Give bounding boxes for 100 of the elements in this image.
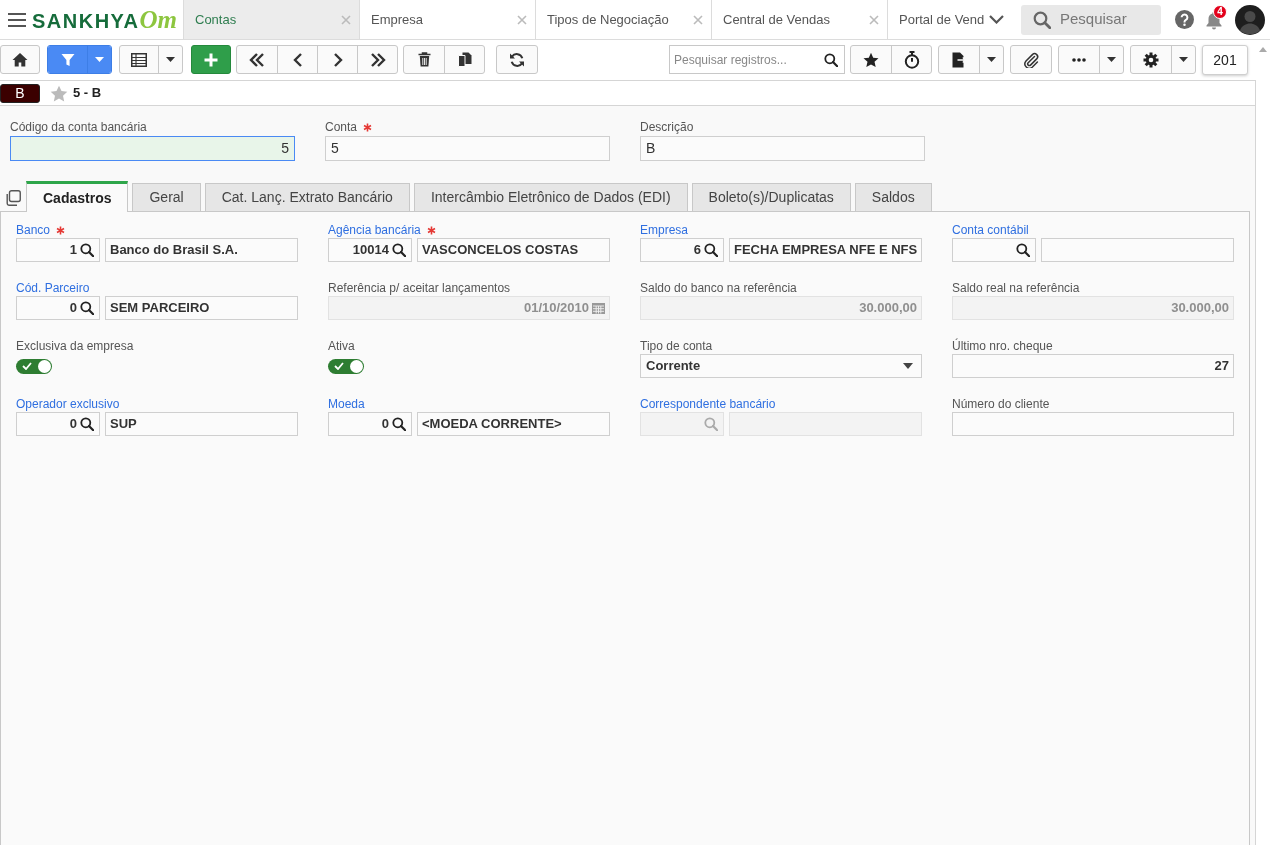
field-link[interactable]: Empresa <box>640 223 689 237</box>
lookup-code-field[interactable]: 1 <box>16 238 100 262</box>
form-tab[interactable]: Geral <box>132 183 201 211</box>
star-icon[interactable] <box>50 84 68 102</box>
number-field: 30.000,00 <box>640 296 922 320</box>
field-label: Exclusiva da empresa <box>16 339 134 353</box>
search-icon <box>704 417 718 431</box>
attach-button[interactable] <box>1010 45 1052 74</box>
field-label: Ativa <box>328 339 355 353</box>
input-field[interactable]: 5 <box>325 136 610 161</box>
form-tab[interactable]: Cadastros <box>26 181 129 212</box>
caret-down-icon <box>987 57 996 62</box>
lookup-description-field: <MOEDA CORRENTE> <box>417 412 610 436</box>
records-search-field[interactable]: Pesquisar registros... <box>669 45 845 74</box>
home-icon <box>12 52 28 67</box>
field-label: Último nro. cheque <box>952 339 1053 353</box>
chevron-left-icon <box>292 52 303 67</box>
field-label: Saldo do banco na referência <box>640 281 797 295</box>
notification-badge: 4 <box>1213 4 1227 19</box>
lookup-description-field: SUP <box>105 412 298 436</box>
avatar-icon[interactable] <box>1235 4 1265 35</box>
input-field[interactable]: B <box>640 136 925 161</box>
field-link[interactable]: Banco <box>16 223 51 237</box>
document-arrow-icon <box>952 51 966 68</box>
filter-button[interactable] <box>48 46 87 73</box>
field-link[interactable]: Agência bancária <box>328 223 421 237</box>
field-link[interactable]: Cód. Parceiro <box>16 281 90 295</box>
caret-down-icon <box>95 57 104 62</box>
lookup-description-field: FECHA EMPRESA NFE E NFS <box>729 238 922 262</box>
check-icon <box>22 362 32 370</box>
star-icon <box>863 51 879 68</box>
caret-down-icon <box>903 363 913 369</box>
caret-down-icon <box>166 57 175 62</box>
app-tab[interactable]: Contas <box>183 0 359 39</box>
lookup-code-field[interactable]: 0 <box>16 296 100 320</box>
record-badge: B <box>0 83 40 103</box>
copy-icon <box>457 52 472 67</box>
record-count: 201 <box>1202 45 1248 75</box>
filter-dropdown-button[interactable] <box>87 46 111 73</box>
search-icon[interactable] <box>80 417 94 431</box>
search-icon[interactable] <box>80 243 94 257</box>
lookup-description-field: Banco do Brasil S.A. <box>105 238 298 262</box>
field-link[interactable]: Moeda <box>328 397 365 411</box>
caret-down-icon <box>1107 57 1116 62</box>
field-label: Referência p/ aceitar lançamentos <box>328 281 511 295</box>
trash-icon <box>417 52 431 67</box>
toggle-switch[interactable] <box>16 358 52 374</box>
logo-wordmark: SANKHYA <box>32 11 140 31</box>
lookup-code-field[interactable] <box>952 238 1036 262</box>
input-field[interactable]: 5 <box>10 136 295 161</box>
caret-down-icon <box>1179 57 1188 62</box>
lookup-code-field[interactable]: 10014 <box>328 238 412 262</box>
refresh-button[interactable] <box>496 45 538 74</box>
field-link[interactable]: Conta contábil <box>952 223 1029 237</box>
menu-icon <box>8 12 26 27</box>
chevron-right-icon <box>332 52 343 67</box>
search-icon[interactable] <box>1016 243 1030 257</box>
toggle-switch[interactable] <box>328 358 364 374</box>
filter-icon <box>60 52 75 67</box>
field-label: Saldo real na referência <box>952 281 1080 295</box>
add-button[interactable] <box>191 45 231 74</box>
dropdown-field[interactable]: Corrente <box>640 354 922 378</box>
field-label: Número do cliente <box>952 397 1050 411</box>
search-field[interactable]: Pesquisar <box>1021 4 1161 35</box>
help-icon[interactable] <box>1175 10 1194 29</box>
field-label: Código da conta bancária <box>10 120 147 134</box>
dots-icon <box>1072 57 1086 62</box>
field-label: Tipo de conta <box>640 339 713 353</box>
home-button[interactable] <box>0 45 40 74</box>
field-label: Conta <box>325 120 358 134</box>
search-icon <box>824 52 838 67</box>
input-field[interactable] <box>952 412 1234 436</box>
number-field[interactable]: 27 <box>952 354 1234 378</box>
search-icon[interactable] <box>704 243 718 257</box>
search-icon[interactable] <box>392 417 406 431</box>
form-tab[interactable]: Saldos <box>854 183 932 211</box>
date-field: 01/10/2010 <box>328 296 610 320</box>
lookup-code-field[interactable]: 6 <box>640 238 724 262</box>
plus-icon <box>204 52 218 67</box>
field-label: Descrição <box>640 120 694 134</box>
logo-script-text: Om <box>139 7 178 32</box>
stopwatch-icon <box>903 50 920 69</box>
settings-icon <box>1143 51 1159 68</box>
double-chevron-right-icon <box>369 52 386 67</box>
paperclip-icon <box>1023 51 1039 68</box>
search-icon[interactable] <box>392 243 406 257</box>
app-tab[interactable]: Portal de Vend <box>887 0 987 39</box>
table-icon <box>131 52 147 67</box>
form-tab[interactable]: Intercâmbio Eletrônico de Dados (EDI) <box>413 183 688 211</box>
record-title: 5 - B <box>73 84 102 103</box>
lookup-description-field: SEM PARCEIRO <box>105 296 298 320</box>
lookup-code-field[interactable]: 0 <box>16 412 100 436</box>
number-field: 30.000,00 <box>952 296 1234 320</box>
lookup-code-field[interactable]: 0 <box>328 412 412 436</box>
form-tab[interactable]: Cat. Lanç. Extrato Bancário <box>204 183 410 211</box>
search-icon[interactable] <box>80 301 94 315</box>
refresh-icon <box>509 51 525 68</box>
form-tab[interactable]: Boleto(s)/Duplicatas <box>691 183 851 211</box>
field-link[interactable]: Operador exclusivo <box>16 397 120 411</box>
copy-windows-icon[interactable] <box>5 189 21 206</box>
